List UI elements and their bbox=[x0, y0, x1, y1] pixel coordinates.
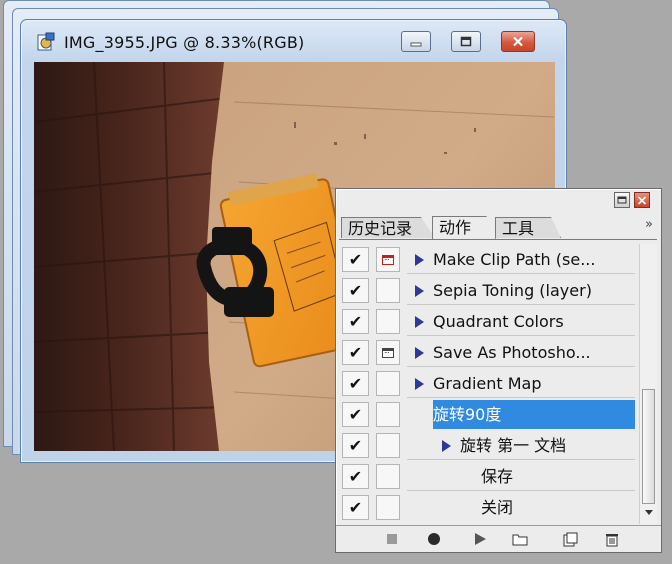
toggle-checkbox[interactable]: ✔ bbox=[342, 371, 369, 396]
panel-minimize-button[interactable] bbox=[614, 192, 630, 208]
action-label: 旋转90度 bbox=[433, 405, 502, 424]
list-item[interactable]: ✔ Save As Photosho... bbox=[339, 337, 639, 368]
toggle-checkbox[interactable]: ✔ bbox=[342, 309, 369, 334]
dialog-toggle[interactable] bbox=[376, 309, 400, 334]
minimize-button[interactable] bbox=[401, 31, 431, 52]
action-name: Gradient Map bbox=[407, 369, 635, 398]
document-title: IMG_3955.JPG @ 8.33%(RGB) bbox=[64, 33, 305, 52]
list-item[interactable]: ✔ 保存 bbox=[339, 461, 639, 492]
action-label: 关闭 bbox=[481, 498, 514, 517]
dialog-toggle[interactable] bbox=[376, 371, 400, 396]
dialog-toggle[interactable] bbox=[376, 278, 400, 303]
dialog-toggle[interactable] bbox=[376, 247, 400, 272]
action-label: 旋转 第一 文档 bbox=[460, 436, 567, 455]
toggle-checkbox[interactable]: ✔ bbox=[342, 278, 369, 303]
document-titlebar[interactable]: IMG_3955.JPG @ 8.33%(RGB) bbox=[21, 20, 566, 60]
dialog-toggle[interactable] bbox=[376, 402, 400, 427]
dialog-icon bbox=[382, 253, 394, 265]
expand-triangle-icon[interactable] bbox=[442, 440, 451, 452]
action-name: Make Clip Path (se... bbox=[407, 245, 635, 274]
dialog-icon bbox=[382, 346, 394, 358]
panel-header[interactable] bbox=[336, 189, 661, 215]
action-label: Gradient Map bbox=[433, 374, 542, 393]
panel-close-button[interactable] bbox=[634, 192, 650, 208]
close-button[interactable] bbox=[501, 31, 535, 52]
expand-triangle-icon[interactable] bbox=[415, 347, 424, 359]
play-button[interactable] bbox=[472, 531, 488, 547]
list-item[interactable]: ✔ 关闭 bbox=[339, 492, 639, 523]
scroll-down-arrow-icon[interactable] bbox=[645, 510, 653, 515]
toggle-checkbox[interactable]: ✔ bbox=[342, 464, 369, 489]
delete-button[interactable] bbox=[604, 531, 620, 547]
action-label: Sepia Toning (layer) bbox=[433, 281, 592, 300]
toggle-checkbox[interactable]: ✔ bbox=[342, 340, 369, 365]
action-name: 旋转90度 bbox=[433, 400, 635, 429]
action-label: Quadrant Colors bbox=[433, 312, 564, 331]
new-action-icon bbox=[563, 532, 577, 546]
play-icon bbox=[475, 533, 486, 545]
panel-tabs: 历史记录 工具 动作 » bbox=[339, 215, 657, 240]
toggle-checkbox[interactable]: ✔ bbox=[342, 402, 369, 427]
dialog-toggle[interactable] bbox=[376, 340, 400, 365]
list-item[interactable]: ✔ 旋转 第一 文档 bbox=[339, 430, 639, 461]
toggle-checkbox[interactable]: ✔ bbox=[342, 495, 369, 520]
action-step-name: 关闭 bbox=[407, 493, 635, 522]
record-button[interactable] bbox=[426, 531, 442, 547]
new-action-button[interactable] bbox=[562, 531, 578, 547]
toggle-checkbox[interactable]: ✔ bbox=[342, 247, 369, 272]
stop-icon bbox=[387, 534, 397, 544]
expand-triangle-icon[interactable] bbox=[415, 378, 424, 390]
list-item-selected[interactable]: ✔ 旋转90度 bbox=[339, 399, 639, 430]
actions-list: ✔ Make Clip Path (se... ✔ Sepia Toning (… bbox=[339, 244, 639, 526]
dialog-toggle[interactable] bbox=[376, 495, 400, 520]
minimize-icon bbox=[410, 42, 422, 46]
action-label: Make Clip Path (se... bbox=[433, 250, 596, 269]
action-name: Save As Photosho... bbox=[407, 338, 635, 367]
trash-icon bbox=[606, 533, 618, 546]
panel-minimize-icon bbox=[617, 196, 627, 204]
panel-toolbar bbox=[336, 525, 661, 552]
dialog-toggle[interactable] bbox=[376, 433, 400, 458]
list-item[interactable]: ✔ Gradient Map bbox=[339, 368, 639, 399]
expand-triangle-icon[interactable] bbox=[415, 254, 424, 266]
close-icon bbox=[513, 36, 523, 47]
dialog-toggle[interactable] bbox=[376, 464, 400, 489]
scrollbar-thumb[interactable] bbox=[642, 389, 655, 504]
tab-actions[interactable]: 动作 bbox=[432, 216, 496, 239]
maximize-button[interactable] bbox=[451, 31, 481, 52]
expand-triangle-icon[interactable] bbox=[415, 285, 424, 297]
list-item[interactable]: ✔ Quadrant Colors bbox=[339, 306, 639, 337]
panel-menu-button[interactable]: » bbox=[645, 217, 653, 232]
action-label: Save As Photosho... bbox=[433, 343, 591, 362]
record-icon bbox=[428, 533, 440, 545]
list-item[interactable]: ✔ Make Clip Path (se... bbox=[339, 244, 639, 275]
toggle-checkbox[interactable]: ✔ bbox=[342, 433, 369, 458]
maximize-icon bbox=[460, 36, 472, 47]
action-name: Sepia Toning (layer) bbox=[407, 276, 635, 305]
folder-icon bbox=[512, 534, 528, 546]
tab-tools[interactable]: 工具 bbox=[495, 217, 561, 238]
vertical-scrollbar[interactable] bbox=[639, 244, 657, 524]
list-item[interactable]: ✔ Sepia Toning (layer) bbox=[339, 275, 639, 306]
panel-close-icon bbox=[637, 195, 647, 205]
tab-history[interactable]: 历史记录 bbox=[341, 217, 435, 238]
action-step-name: 保存 bbox=[407, 462, 635, 491]
action-step-name: 旋转 第一 文档 bbox=[407, 431, 635, 460]
action-name: Quadrant Colors bbox=[407, 307, 635, 336]
action-label: 保存 bbox=[481, 467, 514, 486]
expand-triangle-icon[interactable] bbox=[415, 316, 424, 328]
photoshop-document-icon bbox=[37, 32, 55, 51]
new-set-button[interactable] bbox=[512, 531, 528, 547]
actions-panel[interactable]: 历史记录 工具 动作 » ✔ Make Clip Path (se... ✔ S… bbox=[335, 188, 662, 553]
stop-button[interactable] bbox=[384, 531, 400, 547]
